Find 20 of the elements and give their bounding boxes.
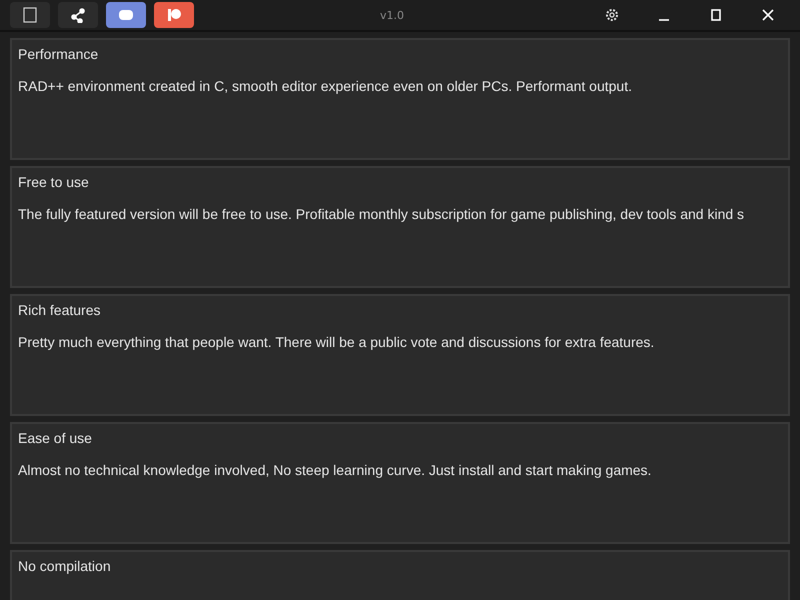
feature-title: Free to use bbox=[18, 174, 90, 190]
maximize-icon bbox=[710, 9, 722, 21]
document-icon bbox=[23, 7, 37, 23]
feature-description: Almost no technical knowledge involved, No steep learning curve. Just install and start making games. bbox=[18, 462, 652, 478]
feature-title: Performance bbox=[18, 46, 100, 62]
feature-title: Rich features bbox=[18, 302, 102, 318]
feature-description: Pretty much everything that people want. There will be a public vote and discussions for extra features. bbox=[18, 334, 656, 350]
minimize-icon bbox=[658, 19, 670, 21]
share-button[interactable] bbox=[58, 2, 98, 28]
file-button[interactable] bbox=[10, 2, 50, 28]
share-icon bbox=[70, 7, 86, 23]
support-button[interactable] bbox=[154, 2, 194, 28]
feature-title: No compilation bbox=[18, 558, 112, 574]
feature-title: Ease of use bbox=[18, 430, 93, 446]
close-icon bbox=[762, 9, 774, 21]
feature-description: The fully featured version will be free to use. Profitable monthly subscription for game publishing, dev tools and kind s bbox=[18, 206, 746, 222]
version-label: v1.0 bbox=[380, 8, 404, 22]
settings-icon bbox=[604, 7, 620, 23]
feature-description: RAD++ environment created in C, smooth editor experience even on older PCs. Performant output. bbox=[18, 78, 633, 94]
chat-button[interactable] bbox=[106, 2, 146, 28]
